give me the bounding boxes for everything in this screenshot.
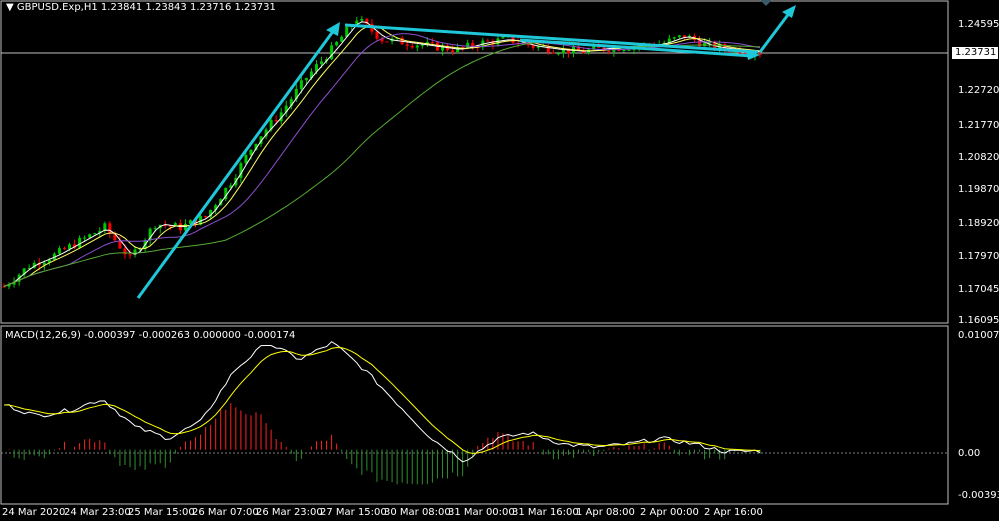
ma-fast-line xyxy=(3,21,761,287)
time-tick: 26 Mar 23:00 xyxy=(256,507,323,518)
candle-body xyxy=(128,254,132,256)
candles-layer xyxy=(2,15,762,290)
candle-body xyxy=(551,52,555,54)
price-tick: 1.17970 xyxy=(958,251,999,262)
candle-body xyxy=(153,228,157,230)
candle-body xyxy=(274,119,278,122)
symbol-info: GBPUSD.Exp,H1 1.23841 1.23843 1.23716 1.… xyxy=(16,2,276,13)
candle-body xyxy=(375,31,379,39)
candle-body xyxy=(108,223,112,234)
candle-body xyxy=(360,18,364,21)
candle-body xyxy=(627,49,631,51)
candle-body xyxy=(466,42,470,48)
ma-mid-line xyxy=(3,25,761,287)
candle-body xyxy=(335,41,339,46)
time-tick: 1 Apr 08:00 xyxy=(576,507,635,518)
price-tick: 1.17045 xyxy=(958,284,999,295)
macd-signal-line xyxy=(4,346,761,455)
price-panel-frame xyxy=(0,0,949,324)
macd-lines-layer xyxy=(3,341,761,463)
time-tick: 25 Mar 15:00 xyxy=(128,507,195,518)
candle-body xyxy=(430,42,434,44)
candle-body xyxy=(320,61,324,65)
time-tick: 2 Apr 00:00 xyxy=(640,507,699,518)
candle-body xyxy=(405,44,409,46)
time-tick: 27 Mar 15:00 xyxy=(320,507,387,518)
candle-body xyxy=(556,53,560,55)
candle-body xyxy=(607,50,611,52)
macd-tick: -0.003932 xyxy=(958,490,999,501)
candle-body xyxy=(62,248,66,250)
macd-line xyxy=(3,341,761,463)
price-tick: 1.16095 xyxy=(958,315,999,326)
macd-panel-frame xyxy=(0,325,949,505)
candle-body xyxy=(123,248,127,255)
macd-header: MACD(12,26,9) -0.000397 -0.000263 0.0000… xyxy=(5,330,296,341)
macd-tick: 0.010079 xyxy=(958,330,999,341)
candle-body xyxy=(204,216,208,218)
candle-body xyxy=(672,37,676,39)
candle-body xyxy=(299,80,303,89)
candle-body xyxy=(415,45,419,48)
candle-body xyxy=(486,40,490,42)
candle-body xyxy=(83,237,87,239)
candle-body xyxy=(385,41,389,43)
candle-body xyxy=(57,248,61,254)
time-tick: 24 Mar 23:00 xyxy=(64,507,131,518)
candle-body xyxy=(93,233,97,235)
current-price-label: 1.23731 xyxy=(955,47,997,58)
trend-arrows[interactable] xyxy=(136,5,796,299)
candle-body xyxy=(88,234,92,238)
macd-tick: 0.00 xyxy=(958,448,981,459)
time-tick: 30 Mar 08:00 xyxy=(384,507,451,518)
candle-body xyxy=(677,35,681,38)
moving-averages-layer xyxy=(3,21,761,287)
price-tick: 1.24595 xyxy=(958,19,999,30)
ma-long-line xyxy=(3,41,761,287)
price-tick: 1.22720 xyxy=(958,85,999,96)
ma-slow-line xyxy=(3,33,761,287)
candle-body xyxy=(340,36,344,42)
symbol-header: ▼ GBPUSD.Exp,H1 1.23841 1.23843 1.23716 … xyxy=(6,2,276,14)
time-tick: 2 Apr 16:00 xyxy=(704,507,763,518)
candle-body xyxy=(2,286,6,288)
trading-chart[interactable] xyxy=(0,0,999,521)
price-tick: 1.18920 xyxy=(958,218,999,229)
candle-body xyxy=(420,44,424,46)
price-tick: 1.21770 xyxy=(958,120,999,131)
candle-body xyxy=(501,36,505,39)
candle-body xyxy=(451,50,455,52)
price-tick: 1.19870 xyxy=(958,184,999,195)
time-tick: 24 Mar 2020 xyxy=(2,507,66,518)
candle-body xyxy=(622,49,626,51)
time-tick: 26 Mar 07:00 xyxy=(192,507,259,518)
candle-body xyxy=(410,45,414,48)
candle-body xyxy=(244,155,248,164)
price-tick: 1.20820 xyxy=(958,152,999,163)
chart-shift-marker-icon[interactable] xyxy=(760,0,772,6)
time-tick: 31 Mar 00:00 xyxy=(448,507,515,518)
triangle-down-icon[interactable]: ▼ xyxy=(6,2,14,13)
trend-arrow-up-1[interactable] xyxy=(136,29,336,299)
arrow-head-icon xyxy=(782,5,796,18)
candle-body xyxy=(304,78,308,81)
trend-arrow-up-2[interactable] xyxy=(758,11,792,53)
time-tick: 31 Mar 16:00 xyxy=(512,507,579,518)
candle-body xyxy=(78,237,82,248)
macd-histogram-layer xyxy=(8,403,761,485)
